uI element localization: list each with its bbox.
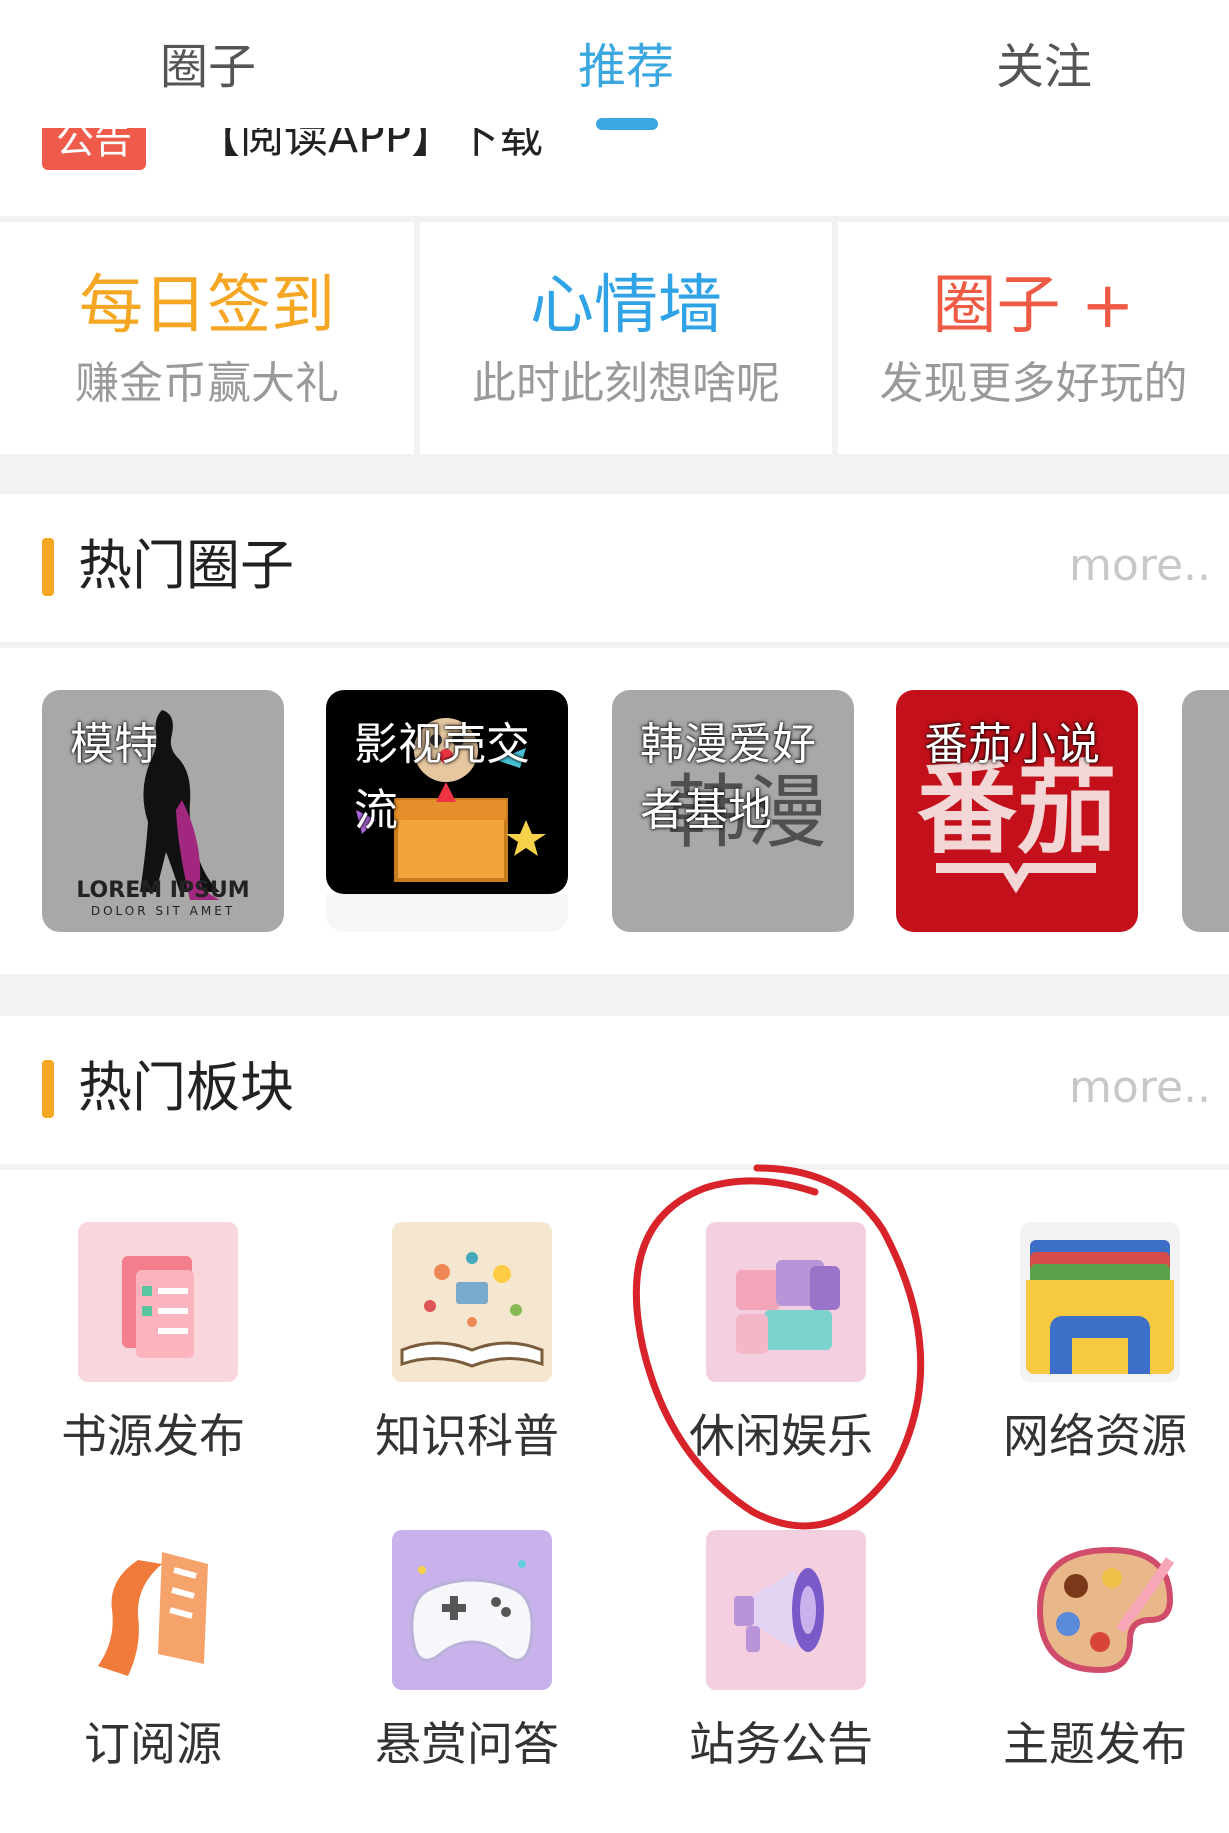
blocks-icon (706, 1222, 866, 1382)
block-item-source-publish[interactable]: 书源发布 (28, 1222, 278, 1472)
block-label: 订阅源 (84, 1717, 222, 1771)
circle-tile-label: 韩漫爱好者基地 (640, 719, 816, 836)
daily-checkin-card[interactable]: 每日签到 赚金币赢大礼 (0, 222, 414, 454)
hot-blocks-header: 热门板块 more.. (0, 1016, 1229, 1164)
circle-tile-film[interactable]: 影视壳交流 (326, 690, 568, 894)
block-item-announcements[interactable]: 站务公告 (656, 1530, 906, 1780)
divider (0, 1164, 1229, 1170)
daily-checkin-title: 每日签到 (79, 269, 335, 343)
circle-tile-label: 番茄小说 (924, 719, 1100, 770)
mood-wall-subtitle: 此时此刻想啥呢 (472, 358, 780, 409)
document-list-icon (78, 1222, 238, 1382)
block-label: 知识科普 (375, 1409, 559, 1463)
hot-blocks-title: 热门板块 (78, 1056, 294, 1119)
top-tab-bar: 圈子 推荐 关注 (0, 0, 1229, 130)
hot-circles-more-link[interactable]: more.. (1069, 534, 1211, 598)
block-item-net-resources[interactable]: 网络资源 (970, 1222, 1220, 1472)
circle-plus-title: 圈子 + (932, 269, 1135, 343)
subscribe-icon (78, 1530, 238, 1690)
tab-recommend[interactable]: 推荐 (476, 32, 776, 102)
block-label: 主题发布 (1003, 1717, 1187, 1771)
block-label: 休闲娱乐 (689, 1409, 873, 1463)
block-item-knowledge[interactable]: 知识科普 (342, 1222, 592, 1472)
tab-circles[interactable]: 圈子 (58, 32, 358, 102)
notice-bar[interactable]: 公告 【阅读APP】下载 (0, 128, 1229, 216)
circle-tile-model[interactable]: 模特 LOREM IPSUM DOLOR SIT AMET (42, 690, 284, 932)
daily-checkin-subtitle: 赚金币赢大礼 (75, 358, 339, 409)
circle-tile-manhwa[interactable]: 韩漫 韩漫爱好者基地 (612, 690, 854, 932)
circle-plus-card[interactable]: 圈子 + 发现更多好玩的 (838, 222, 1229, 454)
logo-subtext: DOLOR SIT AMET (90, 904, 236, 918)
block-item-subscribe[interactable]: 订阅源 (28, 1530, 278, 1780)
circle-tile-partial[interactable] (1182, 690, 1229, 932)
block-label: 书源发布 (61, 1409, 245, 1463)
active-tab-indicator (596, 118, 658, 130)
circle-tile-label: 影视壳交流 (354, 719, 530, 836)
logo-text: LOREM IPSUM (76, 878, 250, 903)
circle-tile-label: 模特 (70, 719, 158, 770)
gamepad-icon (392, 1530, 552, 1690)
divider (0, 642, 1229, 648)
tile-bottom-pad (326, 894, 568, 932)
open-book-icon (392, 1222, 552, 1382)
hot-circles-title: 热门圈子 (78, 534, 294, 597)
folder-icon (1020, 1222, 1180, 1382)
circle-tile-tomato[interactable]: 番茄 番茄小说 (896, 690, 1138, 932)
tab-follow[interactable]: 关注 (894, 32, 1194, 102)
circle-plus-subtitle: 发现更多好玩的 (879, 358, 1188, 409)
block-label: 站务公告 (689, 1717, 873, 1771)
block-item-topic-publish[interactable]: 主题发布 (970, 1530, 1220, 1780)
block-item-leisure[interactable]: 休闲娱乐 (656, 1222, 906, 1472)
mood-wall-title: 心情墙 (530, 269, 722, 343)
notice-text[interactable]: 【阅读APP】下载 (196, 128, 543, 168)
section-accent-bar (42, 1060, 54, 1118)
section-accent-bar (42, 538, 54, 596)
notice-badge: 公告 (42, 128, 146, 170)
block-label: 悬赏问答 (375, 1717, 559, 1771)
megaphone-icon (706, 1530, 866, 1690)
quick-links: 每日签到 赚金币赢大礼 心情墙 此时此刻想啥呢 圈子 + 发现更多好玩的 (0, 222, 1229, 454)
hot-blocks-more-link[interactable]: more.. (1069, 1056, 1211, 1120)
palette-icon (1020, 1530, 1180, 1690)
hot-circles-header: 热门圈子 more.. (0, 494, 1229, 642)
block-label: 网络资源 (1003, 1409, 1187, 1463)
mood-wall-card[interactable]: 心情墙 此时此刻想啥呢 (420, 222, 832, 454)
block-item-bounty-qa[interactable]: 悬赏问答 (342, 1530, 592, 1780)
